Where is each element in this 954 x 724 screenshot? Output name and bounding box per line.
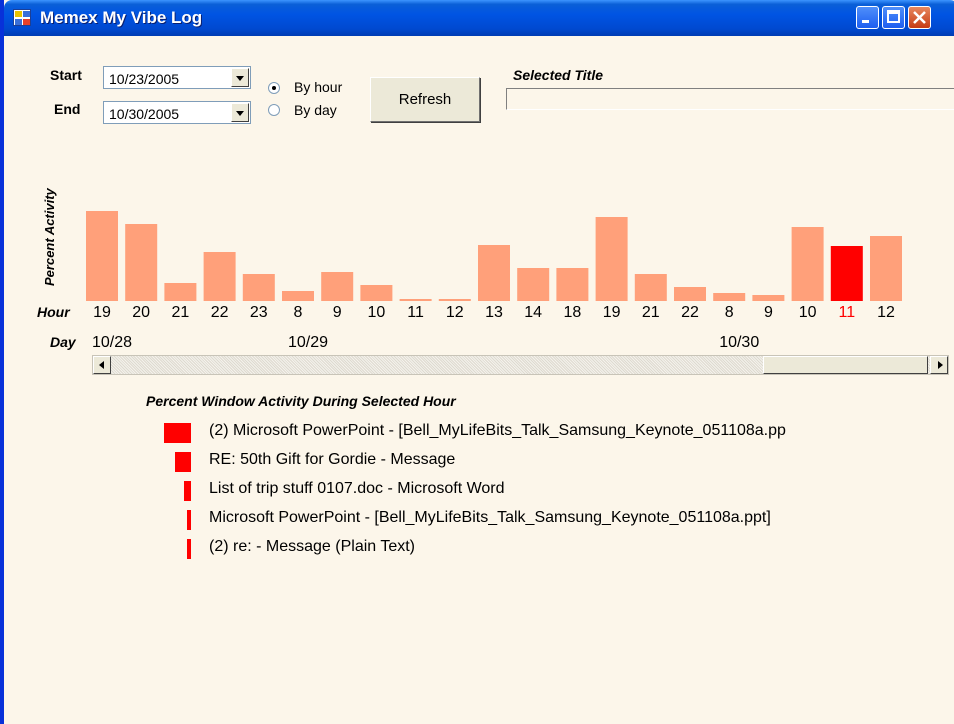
chart-bar[interactable] bbox=[242, 274, 275, 301]
chart-bar[interactable] bbox=[86, 211, 118, 301]
chart-bar[interactable] bbox=[752, 295, 785, 301]
start-date-dropdown-button[interactable] bbox=[231, 68, 249, 87]
activity-list-item[interactable]: (2) re: - Message (Plain Text) bbox=[154, 536, 954, 562]
chart-bar[interactable] bbox=[634, 274, 667, 301]
activity-bar bbox=[175, 452, 191, 472]
maximize-icon bbox=[887, 10, 900, 23]
minimize-button[interactable] bbox=[856, 6, 879, 29]
window-title: Memex My Vibe Log bbox=[40, 8, 203, 27]
hour-tick-label: 9 bbox=[332, 304, 342, 321]
chart-bar[interactable] bbox=[164, 283, 197, 301]
start-date-picker[interactable]: 10/23/2005 bbox=[103, 66, 251, 89]
hour-tick-label: 8 bbox=[724, 304, 734, 321]
close-button[interactable] bbox=[908, 6, 931, 29]
start-date-value: 10/23/2005 bbox=[109, 71, 180, 87]
end-date-picker[interactable]: 10/30/2005 bbox=[103, 101, 251, 124]
hour-tick-label: 21 bbox=[171, 304, 190, 321]
chart-bar[interactable] bbox=[595, 217, 628, 301]
end-label: End bbox=[54, 101, 81, 117]
hour-tick-label: 23 bbox=[249, 304, 268, 321]
chart-bar[interactable] bbox=[203, 252, 236, 301]
hour-tick-label: 14 bbox=[524, 304, 543, 321]
by-hour-radio[interactable] bbox=[268, 82, 280, 94]
by-day-label[interactable]: By day bbox=[294, 102, 337, 118]
hour-tick-label: 12 bbox=[445, 304, 464, 321]
activity-list-item[interactable]: RE: 50th Gift for Gordie - Message bbox=[154, 449, 954, 475]
hour-tick-label: 8 bbox=[293, 304, 303, 321]
chart-bar[interactable] bbox=[870, 236, 902, 301]
chart-bar[interactable] bbox=[791, 227, 824, 301]
hour-tick-label: 11 bbox=[838, 304, 856, 321]
end-date-dropdown-button[interactable] bbox=[231, 103, 249, 122]
scroll-right-button[interactable] bbox=[930, 356, 948, 374]
hour-tick-label: 13 bbox=[485, 304, 503, 321]
activity-window-title: RE: 50th Gift for Gordie - Message bbox=[209, 451, 456, 468]
arrow-right-icon bbox=[938, 361, 943, 369]
hour-tick-label: 20 bbox=[132, 304, 151, 321]
chart-bar[interactable] bbox=[360, 285, 393, 301]
hour-tick-label: 10 bbox=[367, 304, 386, 321]
activity-window-title: (2) Microsoft PowerPoint - [Bell_MyLifeB… bbox=[209, 422, 786, 439]
activity-list-title: Percent Window Activity During Selected … bbox=[146, 393, 456, 409]
title-bar[interactable]: Memex My Vibe Log bbox=[4, 0, 954, 36]
activity-list-item[interactable]: (2) Microsoft PowerPoint - [Bell_MyLifeB… bbox=[154, 420, 954, 446]
chart-bar[interactable] bbox=[674, 287, 706, 301]
day-tick-label: 10/30 bbox=[719, 334, 760, 351]
day-tick-label: 10/29 bbox=[288, 334, 329, 351]
start-label: Start bbox=[50, 67, 82, 83]
scroll-left-button[interactable] bbox=[93, 356, 111, 374]
chart-bar[interactable] bbox=[830, 246, 863, 301]
minimize-icon bbox=[862, 20, 869, 23]
hour-tick-label: 9 bbox=[763, 304, 773, 321]
chart-bar[interactable] bbox=[478, 245, 510, 301]
chevron-down-icon bbox=[236, 76, 244, 81]
hour-tick-label: 12 bbox=[877, 304, 895, 321]
hour-tick-label: 11 bbox=[407, 304, 424, 321]
refresh-button[interactable]: Refresh bbox=[370, 77, 480, 122]
activity-bar bbox=[184, 481, 191, 501]
activity-list-item[interactable]: Microsoft PowerPoint - [Bell_MyLifeBits_… bbox=[154, 507, 954, 533]
day-tick-label: 10/28 bbox=[92, 334, 133, 351]
by-day-radio[interactable] bbox=[268, 104, 280, 116]
activity-window-title: (2) re: - Message (Plain Text) bbox=[209, 538, 415, 555]
hour-tick-label: 21 bbox=[641, 304, 660, 321]
activity-bar bbox=[164, 423, 191, 443]
hour-tick-label: 19 bbox=[93, 304, 111, 321]
chevron-down-icon bbox=[236, 111, 244, 116]
activity-bar bbox=[187, 510, 191, 530]
chart-bar[interactable] bbox=[517, 268, 550, 301]
app-icon bbox=[13, 9, 31, 26]
arrow-left-icon bbox=[99, 361, 104, 369]
chart-bar[interactable] bbox=[282, 291, 314, 301]
day-axis-label: Day bbox=[50, 334, 76, 350]
chart-bar[interactable] bbox=[713, 293, 746, 301]
activity-bar bbox=[187, 539, 191, 559]
chart-bar[interactable] bbox=[399, 299, 432, 301]
activity-list-item[interactable]: List of trip stuff 0107.doc - Microsoft … bbox=[154, 478, 954, 504]
chart-bar[interactable] bbox=[321, 272, 354, 301]
hour-axis-label: Hour bbox=[37, 304, 70, 320]
activity-window-title: Microsoft PowerPoint - [Bell_MyLifeBits_… bbox=[209, 509, 771, 526]
hour-tick-label: 10 bbox=[798, 304, 817, 321]
hour-tick-label: 22 bbox=[681, 304, 699, 321]
selected-title-field bbox=[506, 88, 954, 110]
activity-window-title: List of trip stuff 0107.doc - Microsoft … bbox=[209, 480, 505, 497]
chart-bar[interactable] bbox=[125, 224, 158, 301]
maximize-button[interactable] bbox=[882, 6, 905, 29]
hour-tick-label: 19 bbox=[602, 304, 621, 321]
chart-bar[interactable] bbox=[556, 268, 589, 301]
activity-chart bbox=[86, 211, 902, 301]
end-date-value: 10/30/2005 bbox=[109, 106, 180, 122]
selected-title-label: Selected Title bbox=[513, 67, 604, 83]
scrollbar-thumb[interactable] bbox=[763, 356, 928, 374]
hour-tick-label: 22 bbox=[210, 304, 229, 321]
chart-bar[interactable] bbox=[438, 299, 471, 301]
app-window: Memex My Vibe Log Start 10/23/2005 End 1… bbox=[0, 0, 954, 724]
close-icon bbox=[913, 11, 926, 24]
by-hour-label[interactable]: By hour bbox=[294, 79, 342, 95]
hour-tick-label: 18 bbox=[563, 304, 582, 321]
chart-horizontal-scrollbar[interactable] bbox=[92, 355, 949, 375]
